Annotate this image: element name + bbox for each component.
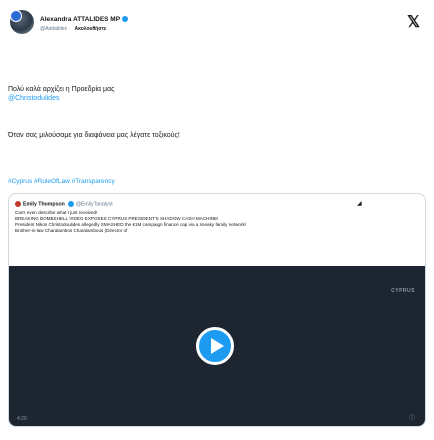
video-player[interactable]: CYPRUS 4:20 ⓘ (9, 266, 425, 426)
play-icon[interactable] (196, 327, 234, 365)
quoted-avatar (15, 201, 21, 207)
quoted-body: Can't even describe what I just received… (15, 210, 355, 234)
hashtags[interactable]: #Cyprus #RuleOfLaw #Transparency (8, 178, 115, 185)
author-handle[interactable]: @Aattalides (40, 26, 67, 32)
follow-button[interactable]: Ακολουθήστε (75, 26, 107, 32)
quoted-header: Emily Thompson @EmilyTanalyst (15, 201, 113, 207)
x-logo-icon[interactable]: 𝕏 (407, 12, 420, 32)
video-timestamp: 4:20 (17, 416, 27, 422)
quoted-line-4: Brother-in-law Charalambos Charalambous … (15, 228, 128, 233)
verified-icon (68, 201, 75, 207)
grok-icon[interactable]: ◢ (357, 200, 362, 207)
quoted-name: Emily Thompson (23, 201, 65, 208)
video-overlay-text: CYPRUS (391, 288, 415, 294)
flag-badge-icon (10, 10, 22, 22)
info-icon[interactable]: ⓘ (409, 413, 415, 422)
avatar[interactable] (10, 10, 34, 34)
mention-link[interactable]: @Christodulides (8, 94, 408, 103)
tweet-paragraph-2: Όταν σας μιλούσαμε για διαφάνεια μας λέγ… (8, 132, 180, 139)
tweet-paragraph-1: Πολύ καλά αρχίζει η Προεδρία μας @Christ… (8, 85, 408, 103)
author-name-text[interactable]: Alexandra ATTALIDES MP (40, 16, 120, 23)
quoted-tweet[interactable]: Emily Thompson @EmilyTanalyst ◢ Can't ev… (8, 193, 426, 427)
quoted-handle: @EmilyTanalyst (75, 201, 113, 208)
tweet-text-1: Πολύ καλά αρχίζει η Προεδρία μας (8, 86, 115, 93)
author-name[interactable]: Alexandra ATTALIDES MP (40, 16, 129, 23)
author-handle-row: @Aattalides · Ακολουθήστε (40, 26, 107, 32)
verified-icon (122, 16, 129, 23)
tweet-header: Alexandra ATTALIDES MP @Aattalides · Ακο… (10, 8, 424, 42)
